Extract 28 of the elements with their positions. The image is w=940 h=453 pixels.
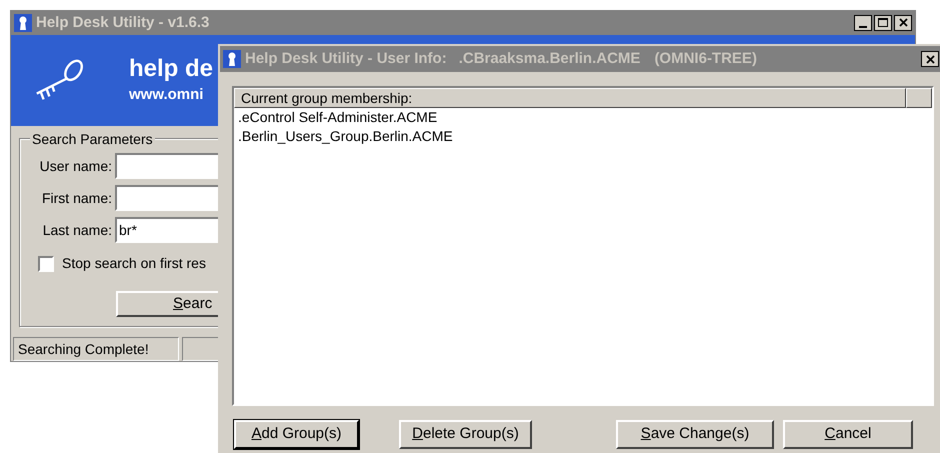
close-icon xyxy=(926,54,934,64)
window-title: Help Desk Utility - User Info: xyxy=(245,48,447,69)
keyhole-icon xyxy=(223,50,241,68)
window-title: Help Desk Utility - v1.6.3 xyxy=(36,12,210,33)
status-panel: Searching Complete! xyxy=(13,337,179,361)
dialog-button[interactable]: Delete Group(s) xyxy=(399,420,532,449)
checkbox[interactable] xyxy=(38,256,54,272)
dialog-button[interactable]: Add Group(s) xyxy=(234,420,359,449)
dialog-button[interactable]: Save Change(s) xyxy=(616,420,774,449)
keyhole-icon xyxy=(14,14,32,32)
dialog-button[interactable]: Cancel xyxy=(783,420,913,449)
maximize-button[interactable] xyxy=(874,14,892,31)
field-label: User name: xyxy=(38,156,113,176)
close-button[interactable] xyxy=(921,51,939,67)
list-item[interactable]: .eControl Self-Administer.ACME xyxy=(234,108,932,127)
banner-url: www.omni xyxy=(129,85,204,106)
close-icon xyxy=(898,18,908,28)
tree-name: (OMNI6-TREE) xyxy=(654,48,757,69)
banner-heading: help de xyxy=(129,54,214,84)
field-label: Last name: xyxy=(42,220,113,240)
checkbox-label: Stop search on first res xyxy=(62,254,206,274)
user-name: .CBraaksma.Berlin.ACME xyxy=(458,48,640,69)
field-label: First name: xyxy=(40,188,113,208)
column-header[interactable] xyxy=(906,88,932,108)
list-item[interactable]: .Berlin_Users_Group.Berlin.ACME xyxy=(234,127,932,146)
column-header[interactable]: Current group membership: xyxy=(234,88,906,108)
minimize-button[interactable] xyxy=(854,14,872,31)
close-button[interactable] xyxy=(894,14,912,31)
